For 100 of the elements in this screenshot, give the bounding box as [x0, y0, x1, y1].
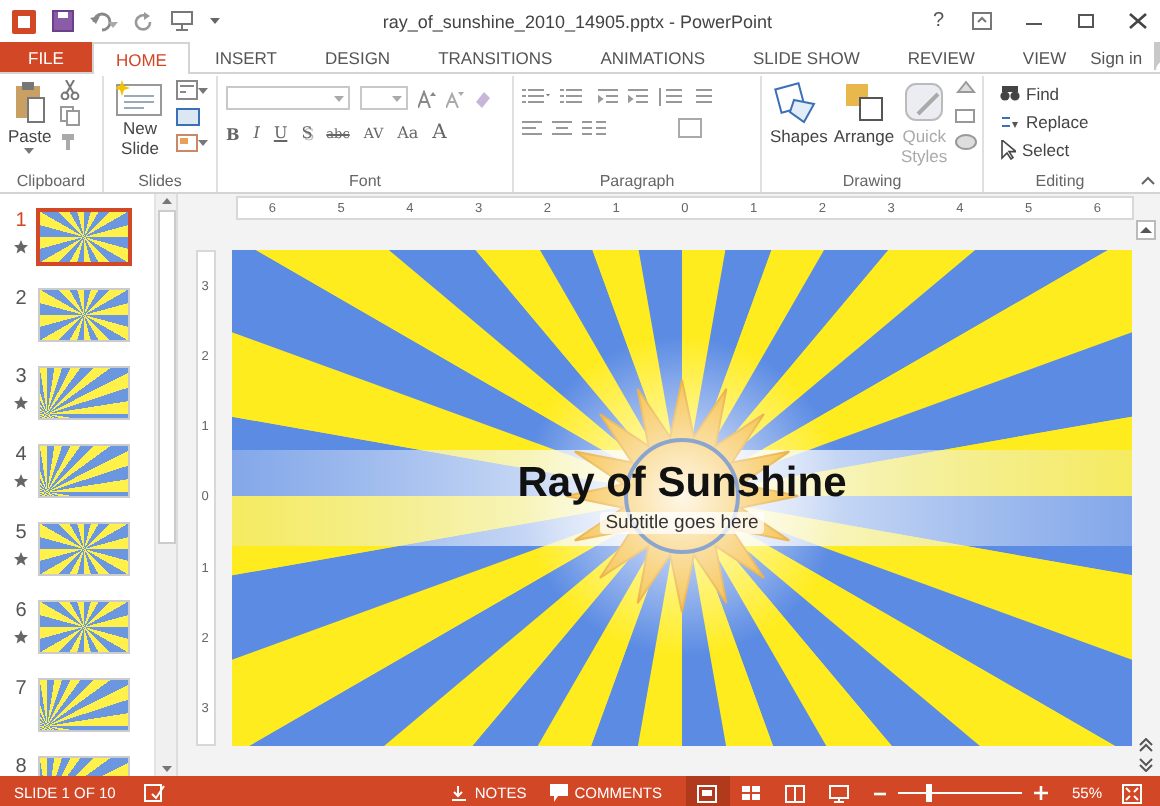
ribbon-tab[interactable]: VIEW — [998, 42, 1091, 72]
increase-indent-icon[interactable] — [628, 87, 648, 105]
ribbon-tab[interactable]: HOME — [91, 42, 191, 74]
arrange-icon[interactable] — [841, 80, 886, 124]
slide-thumbnail[interactable] — [38, 366, 130, 420]
format-button[interactable]: U — [273, 124, 288, 142]
slide-number: 4 — [15, 444, 27, 466]
layout-icon[interactable] — [176, 80, 208, 100]
slide-thumbnail[interactable] — [38, 678, 130, 732]
format-button[interactable]: I — [253, 124, 260, 142]
close-icon[interactable] — [1128, 12, 1148, 30]
paste-button[interactable]: Paste — [8, 126, 52, 146]
slide-title[interactable]: Ray of Sunshine — [517, 460, 847, 508]
normal-view-icon — [696, 783, 719, 803]
slide-thumbnail[interactable] — [38, 444, 130, 498]
find-button[interactable]: Find — [1000, 80, 1060, 106]
shape-outline-icon[interactable] — [954, 106, 979, 126]
slideshow-start-icon[interactable] — [170, 10, 194, 32]
redo-icon[interactable] — [134, 11, 154, 31]
previous-slide-icon[interactable] — [1138, 738, 1154, 752]
scroll-up-icon[interactable] — [1136, 220, 1156, 240]
grow-font-icon[interactable] — [418, 89, 436, 107]
dropdown-caret-icon[interactable] — [334, 95, 344, 101]
slide-number: 6 — [15, 600, 27, 622]
notes-icon — [450, 784, 469, 802]
spelling-check-icon[interactable] — [143, 784, 166, 802]
zoom-out-icon[interactable] — [873, 787, 886, 799]
file-tab[interactable]: FILE — [0, 42, 92, 72]
select-button[interactable]: Select — [1000, 136, 1070, 162]
shapes-button[interactable]: Shapes — [770, 126, 828, 146]
collapse-ribbon-icon[interactable] — [1140, 176, 1156, 186]
paste-caret-icon[interactable] — [24, 148, 35, 154]
ribbon-tab[interactable]: DESIGN — [300, 42, 415, 72]
new-slide-icon[interactable] — [116, 80, 164, 116]
dropdown-caret-icon[interactable] — [392, 95, 402, 101]
scrollbar-thumb[interactable] — [157, 210, 175, 544]
zoom-in-icon[interactable] — [1033, 786, 1048, 800]
sorter-view-icon — [740, 783, 763, 803]
replace-button[interactable]: Replace — [1000, 108, 1089, 134]
align-left-icon[interactable] — [522, 119, 542, 137]
customize-caret-icon[interactable] — [210, 17, 222, 25]
scroll-up-icon[interactable] — [159, 194, 173, 206]
slide-number: 1 — [15, 210, 27, 232]
font-size-field[interactable] — [360, 86, 408, 110]
ribbon-tab[interactable]: ANIMATIONS — [576, 42, 729, 72]
reset-icon[interactable] — [176, 106, 200, 126]
format-button[interactable]: Aa — [397, 124, 419, 142]
shape-effects-icon[interactable] — [954, 132, 979, 152]
undo-icon[interactable] — [90, 11, 118, 31]
fit-to-window-icon[interactable] — [1122, 783, 1142, 803]
ribbon-tab[interactable]: INSERT — [190, 42, 301, 72]
columns-icon[interactable] — [582, 119, 610, 137]
slide-number: 5 — [15, 522, 27, 544]
ribbon-tab[interactable]: REVIEW — [883, 42, 999, 72]
format-button[interactable]: A — [432, 122, 447, 144]
align-center-icon[interactable] — [552, 119, 572, 137]
ribbon-tab[interactable]: SLIDE SHOW — [729, 42, 884, 72]
group-label: Drawing — [840, 170, 904, 192]
ribbon-tab[interactable]: TRANSITIONS — [414, 42, 577, 72]
slide-number: 7 — [15, 678, 27, 700]
paste-icon[interactable] — [13, 80, 46, 124]
section-icon[interactable] — [176, 132, 208, 152]
replace-icon — [1000, 111, 1020, 131]
save-icon[interactable] — [52, 10, 74, 32]
slide-thumbnail[interactable] — [38, 288, 130, 342]
help-button[interactable]: ? — [932, 10, 944, 32]
slideshow-view-icon — [828, 783, 851, 803]
arrange-button[interactable]: Arrange — [833, 126, 895, 146]
slide-thumbnail[interactable] — [38, 600, 130, 654]
slide-number: 2 — [15, 288, 27, 310]
new-slide-button[interactable]: New Slide — [112, 118, 168, 158]
text-direction-icon[interactable] — [692, 86, 716, 106]
group-label: Paragraph — [597, 170, 677, 192]
align-text-icon[interactable] — [678, 118, 702, 138]
slide-subtitle[interactable]: Subtitle goes here — [599, 512, 765, 534]
format-button[interactable]: B — [226, 123, 240, 143]
app-logo-icon[interactable] — [12, 9, 36, 33]
font-name-field[interactable] — [226, 86, 350, 110]
format-button[interactable]: S — [301, 124, 313, 142]
numbering-icon[interactable] — [560, 87, 588, 105]
cursor-icon — [1000, 139, 1016, 159]
group-label: Editing — [1033, 170, 1087, 192]
reading-view-icon — [784, 783, 807, 803]
shrink-font-icon[interactable] — [446, 89, 464, 107]
slide-thumbnail[interactable] — [36, 208, 132, 266]
copy-icon[interactable] — [59, 106, 84, 126]
slide-number: 3 — [15, 366, 27, 388]
slide-thumbnail[interactable] — [38, 522, 130, 576]
line-spacing-icon[interactable] — [658, 87, 682, 105]
format-painter-icon[interactable] — [59, 132, 80, 152]
bullets-icon[interactable] — [522, 87, 550, 105]
maximize-icon[interactable] — [1076, 12, 1096, 30]
cut-icon[interactable] — [59, 80, 80, 100]
clear-format-icon[interactable] — [474, 89, 492, 107]
ribbon-display-icon[interactable] — [972, 12, 992, 30]
decrease-indent-icon[interactable] — [598, 87, 618, 105]
zoom-slider-thumb[interactable] — [926, 784, 933, 802]
normal-view-button[interactable] — [685, 776, 730, 806]
sign-in-link[interactable]: Sign in — [1090, 42, 1143, 72]
next-slide-icon[interactable] — [1138, 758, 1154, 772]
